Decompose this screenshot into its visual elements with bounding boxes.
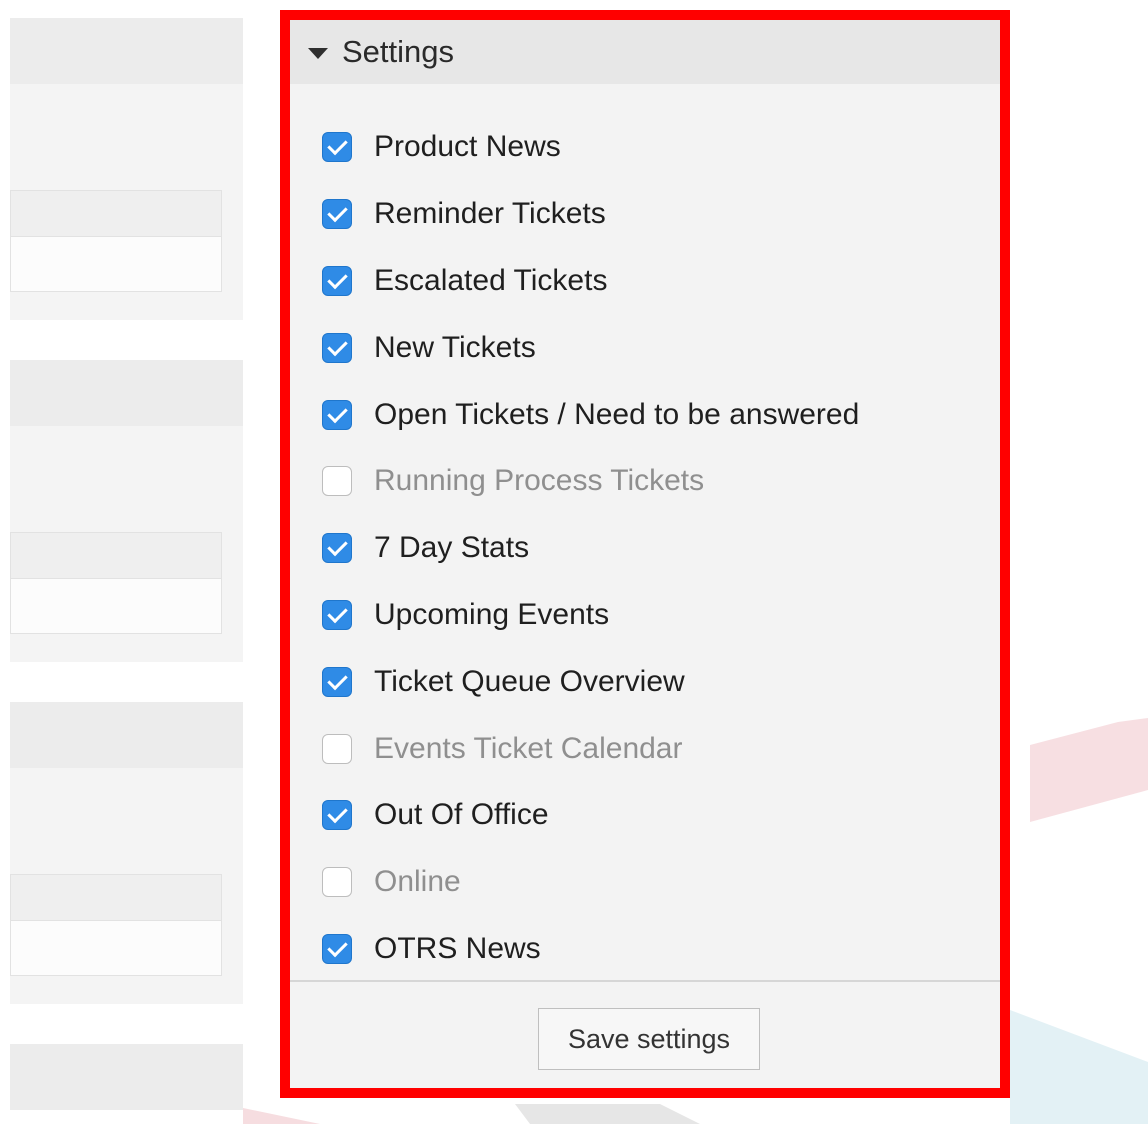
table-header-row xyxy=(11,533,221,579)
settings-panel-header[interactable]: Settings xyxy=(290,20,1000,84)
option-label: 7 Day Stats xyxy=(374,531,530,565)
settings-option[interactable]: Escalated Tickets xyxy=(290,248,1000,315)
checkbox[interactable] xyxy=(322,199,352,230)
settings-option[interactable]: Open Tickets / Need to be answered xyxy=(290,381,1000,448)
background-widgets-column xyxy=(0,0,250,1124)
table-row xyxy=(11,579,221,633)
settings-option[interactable]: Ticket Queue Overview xyxy=(290,648,1000,715)
settings-title: Settings xyxy=(342,34,455,69)
option-label: Online xyxy=(374,865,461,899)
checkbox[interactable] xyxy=(322,933,352,964)
widget-header xyxy=(10,18,243,84)
widget-header xyxy=(10,360,243,426)
widget-table xyxy=(10,874,222,976)
option-label: Product News xyxy=(374,130,561,164)
table-header-row xyxy=(11,191,221,237)
settings-option[interactable]: Out Of Office xyxy=(290,782,1000,849)
checkbox[interactable] xyxy=(322,132,352,163)
settings-option[interactable]: Online xyxy=(290,849,1000,916)
settings-option[interactable]: 7 Day Stats xyxy=(290,515,1000,582)
settings-options-list: Product News Reminder Tickets Escalated Ti… xyxy=(290,114,1000,982)
option-label: Upcoming Events xyxy=(374,597,610,631)
option-label: Running Process Tickets xyxy=(374,464,705,498)
settings-option[interactable]: Upcoming Events xyxy=(290,582,1000,649)
checkbox[interactable] xyxy=(322,599,352,630)
option-label: Out Of Office xyxy=(374,798,549,832)
option-label: Events Ticket Calendar xyxy=(374,731,683,765)
checkbox[interactable] xyxy=(322,733,352,764)
settings-option[interactable]: OTRS News xyxy=(290,916,1000,983)
table-row xyxy=(11,921,221,975)
checkbox[interactable] xyxy=(322,265,352,296)
option-label: OTRS News xyxy=(374,931,541,965)
widget-header xyxy=(10,702,243,768)
settings-panel-footer: Save settings xyxy=(290,980,1000,1088)
settings-option[interactable]: Events Ticket Calendar xyxy=(290,715,1000,782)
option-label: Escalated Tickets xyxy=(374,263,608,297)
save-settings-button[interactable]: Save settings xyxy=(538,1008,760,1070)
widget-table xyxy=(10,190,222,292)
widget-header xyxy=(10,1044,243,1110)
checkbox[interactable] xyxy=(322,332,352,363)
checkbox[interactable] xyxy=(322,466,352,497)
option-label: Reminder Tickets xyxy=(374,197,606,231)
option-label: New Tickets xyxy=(374,330,536,364)
caret-down-icon[interactable] xyxy=(308,48,328,59)
settings-option[interactable]: Product News xyxy=(290,114,1000,181)
settings-option[interactable]: Reminder Tickets xyxy=(290,181,1000,248)
checkbox[interactable] xyxy=(322,800,352,831)
option-label: Open Tickets / Need to be answered xyxy=(374,397,860,431)
option-label: Ticket Queue Overview xyxy=(374,664,685,698)
checkbox[interactable] xyxy=(322,399,352,430)
table-row xyxy=(11,237,221,291)
checkbox[interactable] xyxy=(322,666,352,697)
settings-panel: Settings Product News Reminder Tickets Esc… xyxy=(280,10,1010,1098)
settings-option[interactable]: Running Process Tickets xyxy=(290,448,1000,515)
widget-table xyxy=(10,532,222,634)
table-header-row xyxy=(11,875,221,921)
settings-option[interactable]: New Tickets xyxy=(290,314,1000,381)
checkbox[interactable] xyxy=(322,533,352,564)
checkbox[interactable] xyxy=(322,867,352,898)
